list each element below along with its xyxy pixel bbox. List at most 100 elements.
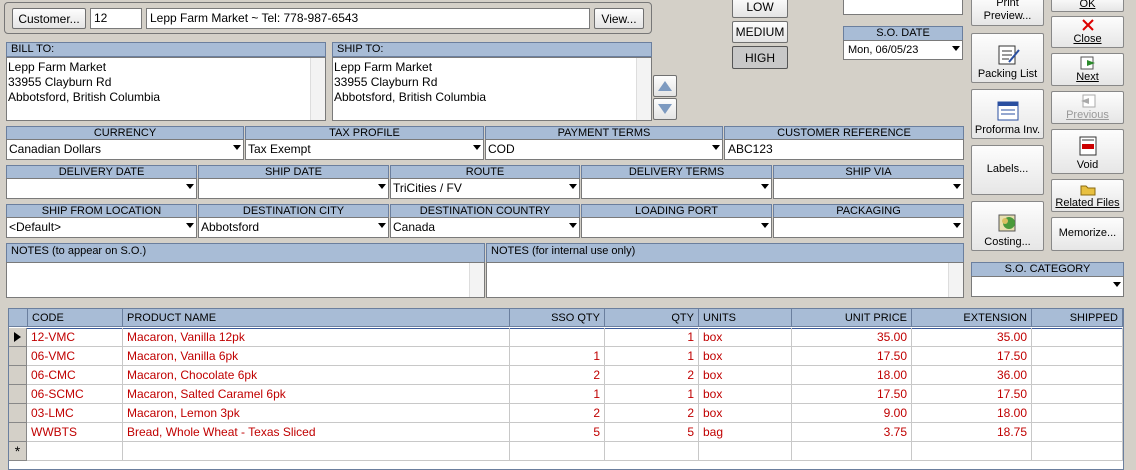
cell-sso-qty[interactable] [510, 442, 605, 461]
ok-button[interactable]: OK [1051, 0, 1124, 12]
cell-unit-price[interactable]: 9.00 [792, 404, 912, 423]
customer-reference-input[interactable]: ABC123 [724, 139, 964, 160]
cell-sso-qty[interactable]: 1 [510, 385, 605, 404]
cell-qty[interactable]: 2 [605, 404, 699, 423]
ship-to-textarea[interactable]: Lepp Farm Market 33955 Clayburn Rd Abbot… [332, 57, 652, 121]
cell-product-name[interactable] [123, 442, 510, 461]
priority-high-button[interactable]: HIGH [732, 46, 788, 69]
top-right-field[interactable] [843, 0, 963, 15]
bill-to-scrollbar[interactable] [310, 58, 325, 120]
cell-code[interactable]: 06-SCMC [27, 385, 123, 404]
view-customer-button[interactable]: View... [594, 8, 644, 29]
bill-to-textarea[interactable]: Lepp Farm Market 33955 Clayburn Rd Abbot… [6, 57, 326, 121]
related-files-button[interactable]: Related Files [1051, 179, 1124, 212]
previous-button[interactable]: Previous [1051, 91, 1124, 124]
costing-button[interactable]: Costing... [971, 201, 1044, 251]
move-up-button[interactable] [653, 75, 677, 97]
cell-qty[interactable]: 1 [605, 347, 699, 366]
cell-code[interactable] [27, 442, 123, 461]
packaging-select[interactable] [773, 217, 964, 238]
cell-qty[interactable]: 2 [605, 366, 699, 385]
cell-sso-qty[interactable] [510, 328, 605, 347]
tax-profile-select[interactable]: Tax Exempt [245, 139, 484, 160]
cell-units[interactable]: box [699, 404, 792, 423]
so-category-select[interactable] [971, 276, 1124, 297]
priority-low-button[interactable]: LOW [732, 0, 788, 18]
cell-extension[interactable]: 17.50 [912, 385, 1032, 404]
so-notes-scrollbar[interactable] [469, 263, 484, 297]
so-date-picker[interactable]: Mon, 06/05/23 [843, 40, 963, 60]
table-row[interactable]: 06-CMC Macaron, Chocolate 6pk 2 2 box 18… [9, 366, 1123, 385]
table-row[interactable]: 03-LMC Macaron, Lemon 3pk 2 2 box 9.00 1… [9, 404, 1123, 423]
cell-code[interactable]: 12-VMC [27, 328, 123, 347]
cell-extension[interactable]: 35.00 [912, 328, 1032, 347]
cell-units[interactable]: box [699, 385, 792, 404]
column-header-units[interactable]: UNITS [699, 309, 792, 327]
void-button[interactable]: Void [1051, 129, 1124, 174]
cell-product-name[interactable]: Macaron, Vanilla 12pk [123, 328, 510, 347]
cell-units[interactable] [699, 442, 792, 461]
row-header[interactable] [9, 347, 27, 366]
priority-medium-button[interactable]: MEDIUM [732, 21, 788, 43]
cell-extension[interactable]: 18.00 [912, 404, 1032, 423]
line-items-grid[interactable]: CODE PRODUCT NAME SSO QTY QTY UNITS UNIT… [8, 308, 1124, 470]
destination-country-select[interactable]: Canada [390, 217, 580, 238]
cell-product-name[interactable]: Macaron, Chocolate 6pk [123, 366, 510, 385]
cell-code[interactable]: 03-LMC [27, 404, 123, 423]
cell-shipped[interactable] [1032, 366, 1123, 385]
ship-date-select[interactable] [198, 178, 389, 199]
column-header-code[interactable]: CODE [28, 309, 123, 327]
table-row[interactable]: 06-VMC Macaron, Vanilla 6pk 1 1 box 17.5… [9, 347, 1123, 366]
ship-to-scrollbar[interactable] [636, 58, 651, 120]
cell-sso-qty[interactable]: 1 [510, 347, 605, 366]
cell-extension[interactable] [912, 442, 1032, 461]
row-header[interactable] [9, 423, 27, 442]
delivery-terms-select[interactable] [581, 178, 772, 199]
table-row[interactable]: WWBTS Bread, Whole Wheat - Texas Sliced … [9, 423, 1123, 442]
column-header-sso-qty[interactable]: SSO QTY [510, 309, 605, 327]
ship-from-select[interactable]: <Default> [6, 217, 197, 238]
cell-unit-price[interactable]: 17.50 [792, 385, 912, 404]
cell-unit-price[interactable]: 18.00 [792, 366, 912, 385]
destination-city-select[interactable]: Abbotsford [198, 217, 389, 238]
cell-unit-price[interactable]: 17.50 [792, 347, 912, 366]
delivery-date-select[interactable] [6, 178, 197, 199]
next-button[interactable]: Next [1051, 53, 1124, 86]
cell-unit-price[interactable] [792, 442, 912, 461]
memorize-button[interactable]: Memorize... [1051, 217, 1124, 251]
cell-units[interactable]: box [699, 328, 792, 347]
cell-code[interactable]: WWBTS [27, 423, 123, 442]
cell-sso-qty[interactable]: 5 [510, 423, 605, 442]
proforma-invoice-button[interactable]: Proforma Inv. [971, 89, 1044, 139]
cell-shipped[interactable] [1032, 347, 1123, 366]
column-header-shipped[interactable]: SHIPPED [1032, 309, 1123, 327]
cell-shipped[interactable] [1032, 328, 1123, 347]
cell-shipped[interactable] [1032, 385, 1123, 404]
cell-code[interactable]: 06-VMC [27, 347, 123, 366]
column-header-extension[interactable]: EXTENSION [912, 309, 1032, 327]
cell-units[interactable]: bag [699, 423, 792, 442]
column-header-product-name[interactable]: PRODUCT NAME [123, 309, 510, 327]
cell-sso-qty[interactable]: 2 [510, 404, 605, 423]
new-row[interactable]: * [9, 442, 1123, 461]
payment-terms-select[interactable]: COD [485, 139, 723, 160]
close-button[interactable]: Close [1051, 16, 1124, 48]
column-header-unit-price[interactable]: UNIT PRICE [792, 309, 912, 327]
internal-notes-textarea[interactable] [486, 262, 964, 298]
print-preview-button[interactable]: Print Preview... [971, 0, 1044, 26]
labels-button[interactable]: Labels... [971, 145, 1044, 195]
cell-units[interactable]: box [699, 366, 792, 385]
table-row[interactable]: 12-VMC Macaron, Vanilla 12pk 1 box 35.00… [9, 328, 1123, 347]
ship-via-select[interactable] [773, 178, 964, 199]
customer-id-field[interactable]: 12 [90, 8, 142, 29]
column-header-qty[interactable]: QTY [605, 309, 699, 327]
cell-extension[interactable]: 17.50 [912, 347, 1032, 366]
cell-product-name[interactable]: Macaron, Vanilla 6pk [123, 347, 510, 366]
cell-unit-price[interactable]: 3.75 [792, 423, 912, 442]
row-header[interactable] [9, 404, 27, 423]
cell-qty[interactable] [605, 442, 699, 461]
cell-shipped[interactable] [1032, 423, 1123, 442]
table-row[interactable]: 06-SCMC Macaron, Salted Caramel 6pk 1 1 … [9, 385, 1123, 404]
cell-product-name[interactable]: Macaron, Lemon 3pk [123, 404, 510, 423]
internal-notes-scrollbar[interactable] [948, 263, 963, 297]
